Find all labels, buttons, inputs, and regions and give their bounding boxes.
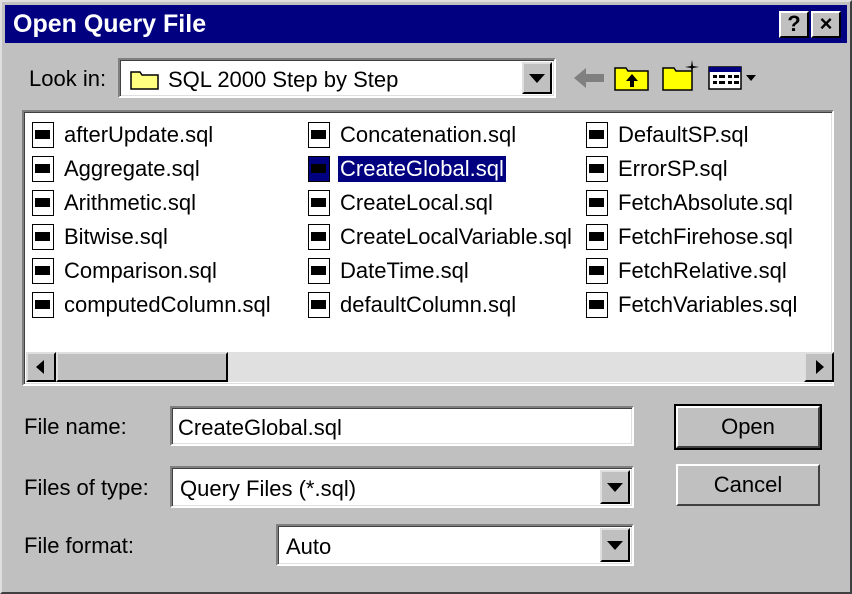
file-item[interactable]: CreateLocalVariable.sql (308, 222, 574, 252)
file-item[interactable]: ErrorSP.sql (586, 154, 730, 184)
look-in-label: Look in: (29, 66, 106, 92)
cancel-button[interactable]: Cancel (676, 464, 820, 506)
up-one-level-icon[interactable] (614, 62, 650, 97)
file-format-value: Auto (286, 534, 332, 559)
sql-file-icon (32, 258, 54, 284)
sql-file-icon (32, 190, 54, 216)
sql-file-icon (308, 292, 330, 318)
chevron-down-icon (607, 541, 623, 550)
scroll-left-button[interactable] (26, 352, 56, 382)
view-menu-icon[interactable] (708, 66, 758, 95)
file-item[interactable]: computedColumn.sql (32, 290, 273, 320)
file-item[interactable]: Bitwise.sql (32, 222, 170, 252)
file-item[interactable]: DateTime.sql (308, 256, 471, 286)
file-item[interactable]: Concatenation.sql (308, 120, 518, 150)
scroll-right-icon (816, 360, 824, 374)
sql-file-icon (586, 224, 608, 250)
file-item[interactable]: FetchRelative.sql (586, 256, 789, 286)
file-item[interactable]: Comparison.sql (32, 256, 219, 286)
sql-file-icon (32, 156, 54, 182)
files-of-type-dropdown-button[interactable] (600, 470, 630, 504)
sql-file-icon (32, 122, 54, 148)
scroll-left-icon (36, 360, 44, 374)
sql-file-icon (308, 190, 330, 216)
file-item[interactable]: Arithmetic.sql (32, 188, 198, 218)
sql-file-icon (308, 156, 330, 182)
sql-file-icon (586, 122, 608, 148)
file-item-label: FetchAbsolute.sql (618, 190, 793, 215)
file-name-input[interactable]: CreateGlobal.sql (170, 406, 634, 446)
file-item-label: afterUpdate.sql (64, 122, 214, 147)
file-list[interactable]: afterUpdate.sql Aggregate.sql Arithmetic.s… (22, 110, 834, 386)
look-in-value: SQL 2000 Step by Step (168, 67, 399, 92)
file-item[interactable]: FetchVariables.sql (586, 290, 799, 320)
file-item-label: FetchVariables.sql (618, 292, 798, 317)
file-format-dropdown-button[interactable] (600, 528, 630, 562)
file-item-label: DefaultSP.sql (618, 122, 749, 147)
look-in-label-text: Look in: (29, 66, 107, 91)
look-in-combo[interactable]: SQL 2000 Step by Step (118, 58, 556, 98)
sql-file-icon (32, 292, 54, 318)
file-item-label: DateTime.sql (340, 258, 469, 283)
file-item[interactable]: DefaultSP.sql (586, 120, 750, 150)
file-item-label: Concatenation.sql (340, 122, 517, 147)
files-of-type-value: Query Files (*.sql) (180, 476, 357, 501)
file-item-label: ErrorSP.sql (618, 156, 728, 181)
horizontal-scrollbar[interactable] (26, 352, 834, 382)
file-item[interactable]: FetchAbsolute.sql (586, 188, 795, 218)
title-bar[interactable]: Open Query File ? × (5, 5, 847, 43)
sql-file-icon (586, 258, 608, 284)
file-item-label: Bitwise.sql (64, 224, 168, 249)
file-item[interactable]: CreateLocal.sql (308, 188, 495, 218)
chevron-down-icon (607, 483, 623, 492)
sql-file-icon (586, 190, 608, 216)
file-item-label: Comparison.sql (64, 258, 217, 283)
chevron-down-icon (529, 74, 545, 83)
file-item-label: CreateGlobal.sql (337, 155, 507, 183)
file-item[interactable]: defaultColumn.sql (308, 290, 518, 320)
scroll-right-button[interactable] (804, 352, 834, 382)
sql-file-icon (586, 156, 608, 182)
file-item-label: CreateLocalVariable.sql (340, 224, 572, 249)
file-format-combo[interactable]: Auto (276, 524, 634, 566)
file-item[interactable]: CreateGlobal.sql (308, 154, 507, 184)
file-item[interactable]: Aggregate.sql (32, 154, 202, 184)
file-name-value: CreateGlobal.sql (178, 415, 342, 440)
sql-file-icon (32, 224, 54, 250)
file-item-label: FetchFirehose.sql (618, 224, 793, 249)
file-item[interactable]: FetchFirehose.sql (586, 222, 795, 252)
look-in-dropdown-button[interactable] (522, 62, 552, 94)
scroll-thumb[interactable] (56, 352, 228, 382)
open-button[interactable]: Open (674, 404, 822, 450)
file-item-label: CreateLocal.sql (340, 190, 493, 215)
files-of-type-label: Files of type: (24, 475, 149, 500)
file-item-label: Arithmetic.sql (64, 190, 197, 215)
file-item-label: FetchRelative.sql (618, 258, 787, 283)
file-item-label: defaultColumn.sql (340, 292, 517, 317)
back-arrow-icon[interactable] (572, 66, 606, 95)
sql-file-icon (308, 224, 330, 250)
window-title: Open Query File (13, 10, 207, 38)
close-button[interactable]: × (811, 11, 841, 38)
file-item-label: Aggregate.sql (64, 156, 200, 181)
file-name-label: File name: (24, 414, 127, 439)
help-button[interactable]: ? (779, 11, 809, 38)
file-format-label: File format: (24, 533, 135, 558)
sql-file-icon (586, 292, 608, 318)
files-of-type-combo[interactable]: Query Files (*.sql) (170, 466, 634, 508)
file-item[interactable]: afterUpdate.sql (32, 120, 215, 150)
file-item-label: computedColumn.sql (64, 292, 271, 317)
sql-file-icon (308, 122, 330, 148)
folder-icon (130, 68, 160, 95)
open-query-file-dialog: Open Query File ? × Look in: SQL 2000 St… (0, 0, 852, 594)
new-folder-icon[interactable] (662, 58, 700, 97)
sql-file-icon (308, 258, 330, 284)
